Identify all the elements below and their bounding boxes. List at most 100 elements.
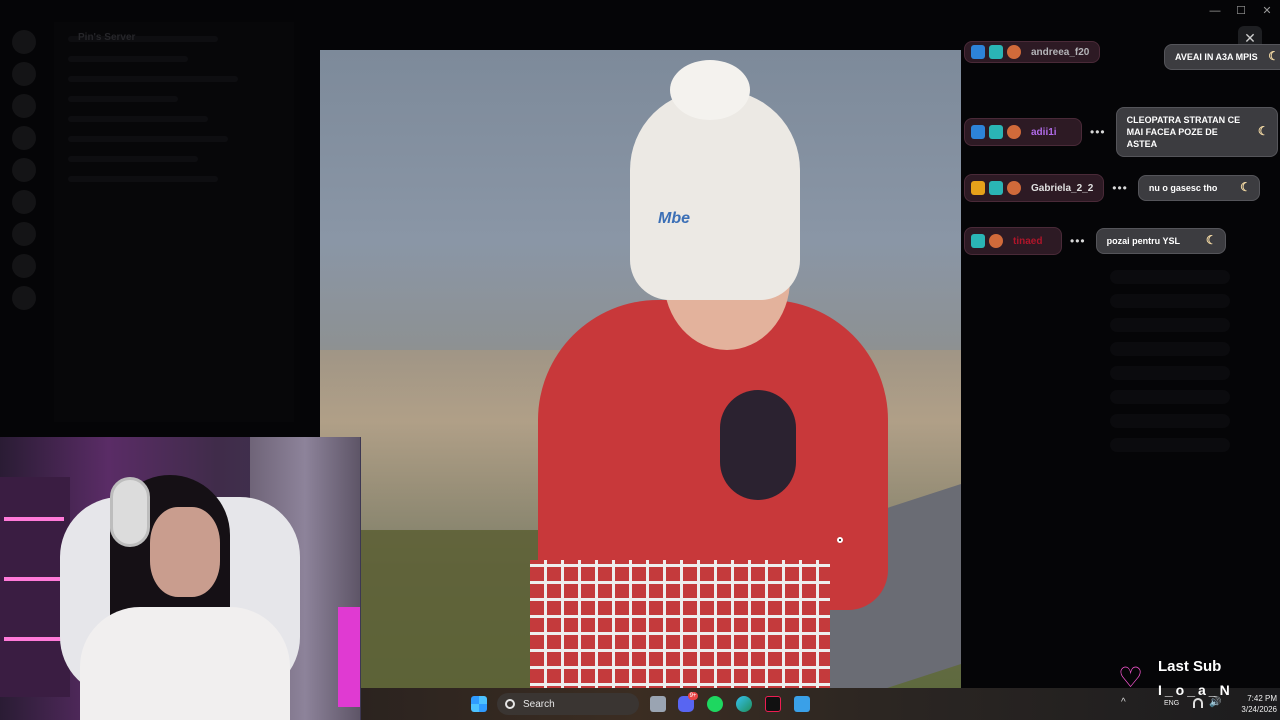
- server-icon[interactable]: [12, 30, 36, 54]
- shelf-light: [4, 637, 64, 641]
- chat-user-pill: tinaed: [964, 227, 1062, 255]
- chat-username[interactable]: Gabriela_2_2: [1031, 183, 1093, 194]
- spotify-icon[interactable]: [707, 696, 723, 712]
- shelf-light: [4, 577, 64, 581]
- channel-item[interactable]: [68, 116, 208, 122]
- windows-start-icon[interactable]: [471, 696, 487, 712]
- moon-icon: ☾: [1205, 233, 1217, 247]
- channel-item[interactable]: [68, 136, 228, 142]
- viewer-image[interactable]: Mbe: [320, 50, 961, 690]
- server-name: Pin's Server: [78, 32, 136, 43]
- vip-icon: [989, 125, 1003, 139]
- server-icon[interactable]: [12, 222, 36, 246]
- member-list: [1110, 260, 1270, 680]
- taskbar-search-label: Search: [523, 698, 555, 710]
- server-icon[interactable]: [12, 94, 36, 118]
- photo-hat: Mbe: [630, 60, 800, 300]
- member-item[interactable]: [1110, 390, 1230, 404]
- server-icon[interactable]: [12, 286, 36, 310]
- chat-user-pill: adii1i: [964, 118, 1082, 146]
- headset-icon: [110, 477, 150, 547]
- webcam-face: [150, 507, 220, 597]
- chat-bubble: nu o gasesc tho ☾: [1137, 175, 1260, 201]
- photo-pants: [530, 560, 830, 690]
- chat-user-pill: andreea_f20: [964, 41, 1101, 63]
- discord-badge: 9+: [688, 692, 698, 700]
- member-item[interactable]: [1110, 294, 1230, 308]
- channel-item[interactable]: [68, 156, 198, 162]
- member-item[interactable]: [1110, 438, 1230, 452]
- mod-icon: [971, 45, 985, 59]
- last-sub-name: I_o_a_N: [1158, 682, 1233, 698]
- taskbar-clock[interactable]: 7:42 PM 3/24/2026: [1227, 693, 1277, 715]
- server-icon[interactable]: [12, 126, 36, 150]
- chat-bubble: AVEAI IN A3A MPIS ☾: [1163, 44, 1280, 70]
- emote-icon: [1007, 125, 1021, 139]
- last-sub-title: Last Sub: [1158, 658, 1222, 675]
- member-item[interactable]: [1110, 270, 1230, 284]
- chat-bubble: CLEOPATRA STRATAN CE MAI FACEA POZE DE A…: [1115, 107, 1278, 157]
- chat-message: tinaed ••• pozai pentru YSL ☾: [964, 227, 1226, 255]
- channel-item[interactable]: [68, 76, 238, 82]
- chat-username[interactable]: andreea_f20: [1031, 47, 1089, 58]
- emote-icon: [1007, 181, 1021, 195]
- maximize-button[interactable]: ☐: [1228, 0, 1254, 22]
- member-item[interactable]: [1110, 318, 1230, 332]
- window-controls: — ☐ ✕: [1202, 0, 1280, 22]
- chat-username[interactable]: tinaed: [1013, 236, 1042, 247]
- channel-item[interactable]: [68, 176, 218, 182]
- edge-icon[interactable]: [736, 696, 752, 712]
- vip-icon: [989, 181, 1003, 195]
- chat-message: andreea_f20 ••• AVEAI IN A3A MPIS ☾: [964, 41, 1280, 70]
- heart-icon: ♡: [1118, 662, 1144, 693]
- channel-item[interactable]: [68, 56, 188, 62]
- webcam-shirt: [80, 607, 290, 720]
- tray-chevron-icon[interactable]: ^: [1121, 697, 1126, 708]
- emote-icon: [1007, 45, 1021, 59]
- moon-icon: ☾: [1268, 49, 1279, 63]
- server-icon[interactable]: [12, 254, 36, 278]
- moon-icon: ☾: [1240, 180, 1251, 194]
- server-icon[interactable]: [12, 62, 36, 86]
- more-icon[interactable]: •••: [1070, 234, 1086, 248]
- emote-icon: [989, 234, 1003, 248]
- sub-icon: [971, 181, 985, 195]
- chat-text: pozai pentru YSL: [1106, 236, 1180, 246]
- member-item[interactable]: [1110, 342, 1230, 356]
- clock-time: 7:42 PM: [1247, 694, 1277, 703]
- chat-bubble: pozai pentru YSL ☾: [1095, 228, 1226, 254]
- channel-item[interactable]: [68, 96, 178, 102]
- mouse-cursor: [837, 537, 843, 543]
- speaker-icon[interactable]: 🔊: [1209, 697, 1221, 708]
- chat-message: Gabriela_2_2 ••• nu o gasesc tho ☾: [964, 174, 1260, 202]
- server-icon[interactable]: [12, 190, 36, 214]
- minimize-button[interactable]: —: [1202, 0, 1228, 22]
- chat-text: AVEAI IN A3A MPIS: [1174, 52, 1258, 62]
- webcam-pc-light: [338, 607, 360, 707]
- vip-icon: [971, 234, 985, 248]
- app-icon[interactable]: [794, 696, 810, 712]
- more-icon[interactable]: •••: [1090, 125, 1106, 139]
- chat-message: adii1i ••• CLEOPATRA STRATAN CE MAI FACE…: [964, 107, 1278, 157]
- shelf-light: [4, 517, 64, 521]
- mod-icon: [971, 125, 985, 139]
- more-icon[interactable]: •••: [1112, 181, 1128, 195]
- chat-user-pill: Gabriela_2_2: [964, 174, 1105, 202]
- wifi-icon[interactable]: [1193, 698, 1203, 708]
- chat-text: nu o gasesc tho: [1148, 183, 1218, 193]
- chat-username[interactable]: adii1i: [1031, 127, 1071, 138]
- file-explorer-icon[interactable]: [650, 696, 666, 712]
- server-icon[interactable]: [12, 158, 36, 182]
- tiktok-icon[interactable]: [765, 696, 781, 712]
- member-item[interactable]: [1110, 414, 1230, 428]
- moon-icon: ☾: [1257, 124, 1269, 138]
- member-item[interactable]: [1110, 366, 1230, 380]
- taskbar-search[interactable]: Search: [497, 693, 639, 715]
- webcam-feed: [0, 437, 361, 720]
- hat-logo: Mbe: [658, 210, 690, 227]
- server-sidebar: [0, 22, 48, 422]
- search-icon: [505, 699, 515, 709]
- window-close-button[interactable]: ✕: [1254, 0, 1280, 22]
- vip-icon: [989, 45, 1003, 59]
- language-indicator[interactable]: ENG: [1164, 700, 1179, 707]
